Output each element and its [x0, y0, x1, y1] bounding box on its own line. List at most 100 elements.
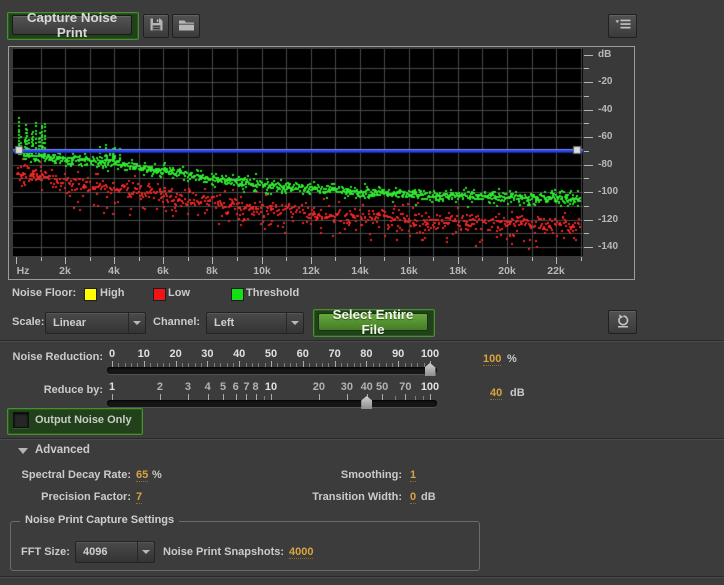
- db-axis-tick: [584, 68, 589, 69]
- chevron-down-icon: [291, 321, 299, 325]
- db-axis-label: -40: [598, 104, 612, 115]
- noise-plot-canvas[interactable]: [13, 49, 583, 256]
- db-axis-tick: [584, 55, 593, 56]
- noise-floor-graph-panel: dB-20-40-60-80-100-120-140 Hz2k4k6k8k10k…: [8, 46, 635, 280]
- slider-handle[interactable]: [425, 363, 436, 376]
- capture-noise-print-label: Capture Noise Print: [19, 10, 125, 40]
- transition-width-unit: dB: [421, 491, 436, 503]
- db-axis-label: -20: [598, 76, 612, 87]
- slider-scale-number: 50: [369, 381, 395, 393]
- slider-scale-number: 2: [147, 381, 173, 393]
- frequency-axis-tick: [65, 257, 66, 264]
- slider-scale-number: 70: [392, 381, 418, 393]
- channel-dropdown-arrow: [286, 313, 303, 333]
- legend-title: Noise Floor:: [12, 287, 76, 299]
- frequency-axis-tick: [433, 257, 434, 261]
- chevron-down-icon: [142, 550, 150, 554]
- db-axis-tick: [584, 165, 593, 166]
- noise-reduction-label: Noise Reduction:: [0, 351, 103, 363]
- smoothing-value[interactable]: 1: [410, 469, 416, 482]
- spectral-decay-value[interactable]: 65: [136, 469, 148, 482]
- advanced-disclosure[interactable]: [18, 448, 28, 454]
- scale-dropdown[interactable]: Linear: [45, 312, 146, 334]
- fft-size-dropdown-arrow: [137, 542, 154, 562]
- slider-scale-number: 50: [258, 348, 284, 360]
- reduce-by-slider[interactable]: 12345678102030405070100: [105, 381, 450, 413]
- panel-menu-button[interactable]: [608, 14, 637, 38]
- slider-scale-number: 20: [306, 381, 332, 393]
- frequency-axis-tick: [139, 257, 140, 261]
- precision-factor-label: Precision Factor:: [0, 491, 131, 503]
- divider: [0, 438, 724, 439]
- slider-track[interactable]: [107, 367, 437, 374]
- frequency-axis-label: 14k: [348, 265, 372, 277]
- db-axis-tick: [584, 123, 589, 124]
- noise-print-capture-settings-title: Noise Print Capture Settings: [20, 514, 179, 526]
- frequency-axis-tick: [507, 257, 508, 264]
- select-entire-file-label: Select Entire File: [325, 307, 421, 337]
- frequency-axis-tick: [41, 257, 42, 261]
- db-axis-tick: [584, 82, 593, 83]
- db-axis-label: dB: [598, 49, 611, 60]
- frequency-axis-tick: [90, 257, 91, 261]
- frequency-axis-label: 2k: [53, 265, 77, 277]
- transition-width-value[interactable]: 0: [410, 491, 416, 504]
- scale-label: Scale:: [12, 316, 44, 328]
- frequency-axis-tick: [188, 257, 189, 261]
- folder-icon: [178, 18, 195, 35]
- reset-button[interactable]: [608, 310, 637, 334]
- frequency-axis-tick: [556, 257, 557, 264]
- slider-scale-number: 80: [353, 348, 379, 360]
- noise-print-snapshots-label: Noise Print Snapshots:: [163, 546, 284, 558]
- panel-menu-icon: [615, 19, 631, 33]
- output-noise-only-checkbox[interactable]: [13, 412, 29, 428]
- precision-factor-value[interactable]: 7: [136, 491, 142, 504]
- db-axis-label: -60: [598, 131, 612, 142]
- db-axis-tick: [584, 137, 593, 138]
- noise-reduction-slider[interactable]: 0102030405060708090100: [105, 348, 450, 380]
- db-axis-tick: [584, 192, 593, 193]
- slider-scale-number: 30: [194, 348, 220, 360]
- save-noise-print-button[interactable]: [143, 14, 169, 38]
- select-entire-file-button[interactable]: Select Entire File: [318, 313, 428, 331]
- db-axis-label: -80: [598, 159, 612, 170]
- capture-noise-print-button[interactable]: Capture Noise Print: [12, 15, 132, 35]
- db-axis-tick: [584, 233, 589, 234]
- load-noise-print-button[interactable]: [172, 14, 200, 38]
- frequency-axis-tick: [163, 257, 164, 264]
- divider: [0, 340, 724, 341]
- slider-scale-number: 90: [385, 348, 411, 360]
- slider-scale-number: 20: [163, 348, 189, 360]
- smoothing-label: Smoothing:: [200, 469, 402, 481]
- slider-scale-number: 10: [258, 381, 284, 393]
- divider: [0, 576, 724, 577]
- slider-scale-number: 0: [99, 348, 125, 360]
- frequency-axis-tick: [212, 257, 213, 264]
- frequency-axis-tick: [237, 257, 238, 261]
- noise-reduction-value[interactable]: 100: [483, 353, 501, 366]
- channel-dropdown[interactable]: Left: [206, 312, 304, 334]
- advanced-header[interactable]: Advanced: [35, 444, 90, 456]
- noise-reduction-unit: %: [507, 353, 517, 365]
- reduce-by-value[interactable]: 40: [490, 387, 502, 400]
- slider-scale-number: 100: [417, 381, 443, 393]
- db-axis-tick: [584, 247, 593, 248]
- slider-scale-number: 100: [417, 348, 443, 360]
- channel-label: Channel:: [153, 316, 200, 328]
- frequency-axis-label: 22k: [544, 265, 568, 277]
- db-axis-label: -140: [598, 241, 618, 252]
- fft-size-dropdown[interactable]: 4096: [75, 541, 155, 563]
- frequency-axis-label: 6k: [151, 265, 175, 277]
- slider-track[interactable]: [107, 400, 437, 407]
- frequency-axis-label: 16k: [397, 265, 421, 277]
- noise-print-snapshots-value[interactable]: 4000: [289, 546, 313, 559]
- slider-scale-number: 60: [290, 348, 316, 360]
- db-axis-tick: [584, 206, 589, 207]
- transition-width-label: Transition Width:: [200, 491, 402, 503]
- slider-handle[interactable]: [361, 396, 372, 409]
- frequency-axis-tick: [16, 257, 17, 264]
- frequency-axis-label: 10k: [250, 265, 274, 277]
- frequency-axis-label: 4k: [102, 265, 126, 277]
- frequency-axis-tick: [335, 257, 336, 261]
- frequency-axis-label: Hz: [11, 265, 35, 277]
